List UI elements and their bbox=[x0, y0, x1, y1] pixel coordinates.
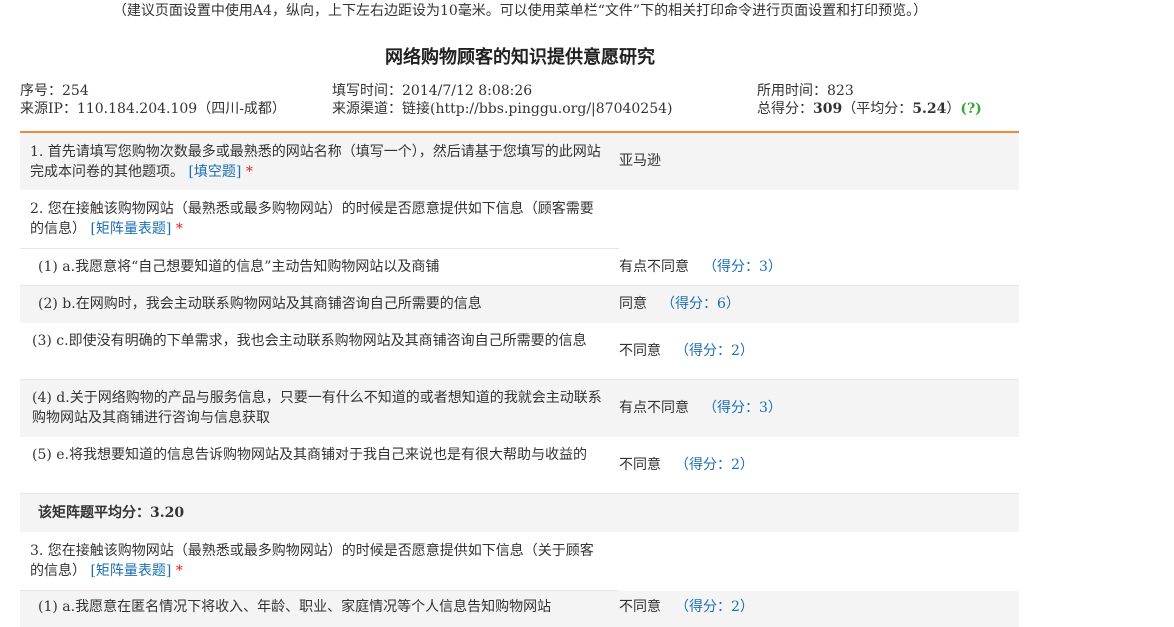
fill-time-value: 2014/7/12 8:08:26 bbox=[402, 83, 533, 99]
answer-value: 同意 bbox=[619, 296, 647, 312]
score-help-link[interactable]: (?) bbox=[960, 101, 981, 117]
question-type-tag[interactable]: [矩阵量表题] bbox=[90, 221, 171, 237]
channel-value: 链接(http://bbs.pinggu.org/|87040254) bbox=[402, 101, 673, 117]
matrix-item-answer: 不同意 （得分：2） bbox=[619, 597, 754, 617]
average-open: （平均分： bbox=[842, 101, 913, 117]
matrix-item-text: (5) e.将我想要知道的信息告诉购物网站及其商铺对于我自己来说也是有很大帮助与… bbox=[32, 447, 588, 463]
score-link[interactable]: （得分：2） bbox=[675, 343, 754, 359]
matrix-item-row: (4) d.关于网络购物的产品与服务信息，只要一有什么不知道的或者想知道的我就会… bbox=[20, 380, 1019, 437]
question-row: 2. 您在接触该购物网站（最熟悉或最多购物网站）的时候是否愿意提供如下信息（顾客… bbox=[20, 190, 1019, 249]
total-score-row: 总得分：309（平均分：5.24）(?) bbox=[757, 100, 1174, 118]
required-mark: * bbox=[245, 164, 253, 180]
ip-value: 110.184.204.109（四川-成都） bbox=[76, 101, 286, 117]
matrix-item-text: (1) a.我愿意将“自己想要知道的信息”主动告知购物网站以及商铺 bbox=[38, 259, 440, 275]
answer-value: 有点不同意 bbox=[619, 259, 689, 275]
print-note: （建议页面设置中使用A4，纵向，上下左右边距设为10毫米。可以使用菜单栏“文件”… bbox=[112, 3, 928, 19]
question-text: 1. 首先请填写您购物次数最多或最熟悉的网站名称（填写一个），然后请基于您填写的… bbox=[30, 142, 605, 182]
question-1-answer: 亚马逊 bbox=[619, 153, 661, 169]
answer-value: 不同意 bbox=[619, 599, 661, 615]
matrix-item-row: (3) c.即使没有明确的下单需求，我也会主动联系购物网站及其商铺咨询自己所需要… bbox=[20, 323, 1019, 380]
matrix-item-answer: 同意 （得分：6） bbox=[619, 294, 740, 314]
question-row: 3. 您在接触该购物网站（最熟悉或最多购物网站）的时候是否愿意提供如下信息（关于… bbox=[20, 532, 1019, 591]
answer-value: 不同意 bbox=[619, 343, 661, 359]
matrix-item-text: (1) a.我愿意在匿名情况下将收入、年龄、职业、家庭情况等个人信息告知购物网站 bbox=[38, 599, 552, 615]
duration-row: 所用时间：823 bbox=[757, 82, 1174, 100]
matrix-item-text: (3) c.即使没有明确的下单需求，我也会主动联系购物网站及其商铺咨询自己所需要… bbox=[32, 333, 587, 349]
answer-value: 有点不同意 bbox=[619, 400, 689, 416]
required-mark: * bbox=[175, 221, 183, 237]
score-link[interactable]: （得分：3） bbox=[703, 400, 782, 416]
answer-value: 不同意 bbox=[619, 457, 661, 473]
matrix-average-row: 该矩阵题平均分：3.20 bbox=[20, 494, 1019, 532]
question-row: 1. 首先请填写您购物次数最多或最熟悉的网站名称（填写一个），然后请基于您填写的… bbox=[20, 133, 1019, 190]
matrix-item-text: (2) b.在网购时，我会主动联系购物网站及其商铺咨询自己所需要的信息 bbox=[38, 296, 482, 312]
matrix-item-row: (5) e.将我想要知道的信息告诉购物网站及其商铺对于我自己来说也是有很大帮助与… bbox=[20, 437, 1019, 494]
ip-label: 来源IP： bbox=[20, 101, 77, 117]
answer-table: 1. 首先请填写您购物次数最多或最熟悉的网站名称（填写一个），然后请基于您填写的… bbox=[20, 133, 1019, 627]
required-mark: * bbox=[175, 563, 183, 579]
question-text: 2. 您在接触该购物网站（最熟悉或最多购物网站）的时候是否愿意提供如下信息（顾客… bbox=[30, 199, 605, 239]
question-type-tag[interactable]: [矩阵量表题] bbox=[90, 563, 171, 579]
score-link[interactable]: （得分：2） bbox=[675, 599, 754, 615]
average-close: ） bbox=[946, 101, 961, 117]
score-link[interactable]: （得分：2） bbox=[675, 457, 754, 473]
matrix-item-row: (2) b.在网购时，我会主动联系购物网站及其商铺咨询自己所需要的信息 同意 （得… bbox=[20, 286, 1019, 323]
question-text: 3. 您在接触该购物网站（最熟悉或最多购物网站）的时候是否愿意提供如下信息（关于… bbox=[30, 541, 605, 581]
survey-title: 网络购物顾客的知识提供意愿研究 bbox=[385, 47, 655, 68]
matrix-item-answer: 有点不同意 （得分：3） bbox=[619, 398, 782, 418]
matrix-average: 该矩阵题平均分：3.20 bbox=[38, 505, 185, 521]
matrix-item-answer: 不同意 （得分：2） bbox=[619, 455, 754, 475]
meta-column-duration-score: 所用时间：823 总得分：309（平均分：5.24）(?) bbox=[757, 82, 1174, 118]
matrix-item-text: (4) d.关于网络购物的产品与服务信息，只要一有什么不知道的或者想知道的我就会… bbox=[32, 390, 602, 426]
channel-label: 来源渠道： bbox=[332, 101, 402, 117]
question-type-tag[interactable]: [填空题] bbox=[188, 164, 241, 180]
matrix-item-row: (1) a.我愿意将“自己想要知道的信息”主动告知购物网站以及商铺 有点不同意 （… bbox=[20, 249, 1019, 286]
average-score-value: 5.24 bbox=[912, 101, 947, 117]
score-link[interactable]: （得分：6） bbox=[661, 296, 740, 312]
serial-label: 序号： bbox=[20, 83, 62, 99]
matrix-item-row: (1) a.我愿意在匿名情况下将收入、年龄、职业、家庭情况等个人信息告知购物网站… bbox=[20, 591, 1019, 627]
serial-value: 254 bbox=[62, 83, 89, 99]
matrix-item-answer: 不同意 （得分：2） bbox=[619, 341, 754, 361]
matrix-item-answer: 有点不同意 （得分：3） bbox=[619, 257, 782, 277]
fill-time-label: 填写时间： bbox=[332, 83, 402, 99]
total-score-value: 309 bbox=[813, 101, 843, 117]
score-link[interactable]: （得分：3） bbox=[703, 259, 782, 275]
total-score-label: 总得分： bbox=[757, 101, 813, 117]
duration-value: 823 bbox=[827, 83, 854, 99]
duration-label: 所用时间： bbox=[757, 83, 827, 99]
question-1-text: 1. 首先请填写您购物次数最多或最熟悉的网站名称（填写一个），然后请基于您填写的… bbox=[30, 144, 601, 180]
